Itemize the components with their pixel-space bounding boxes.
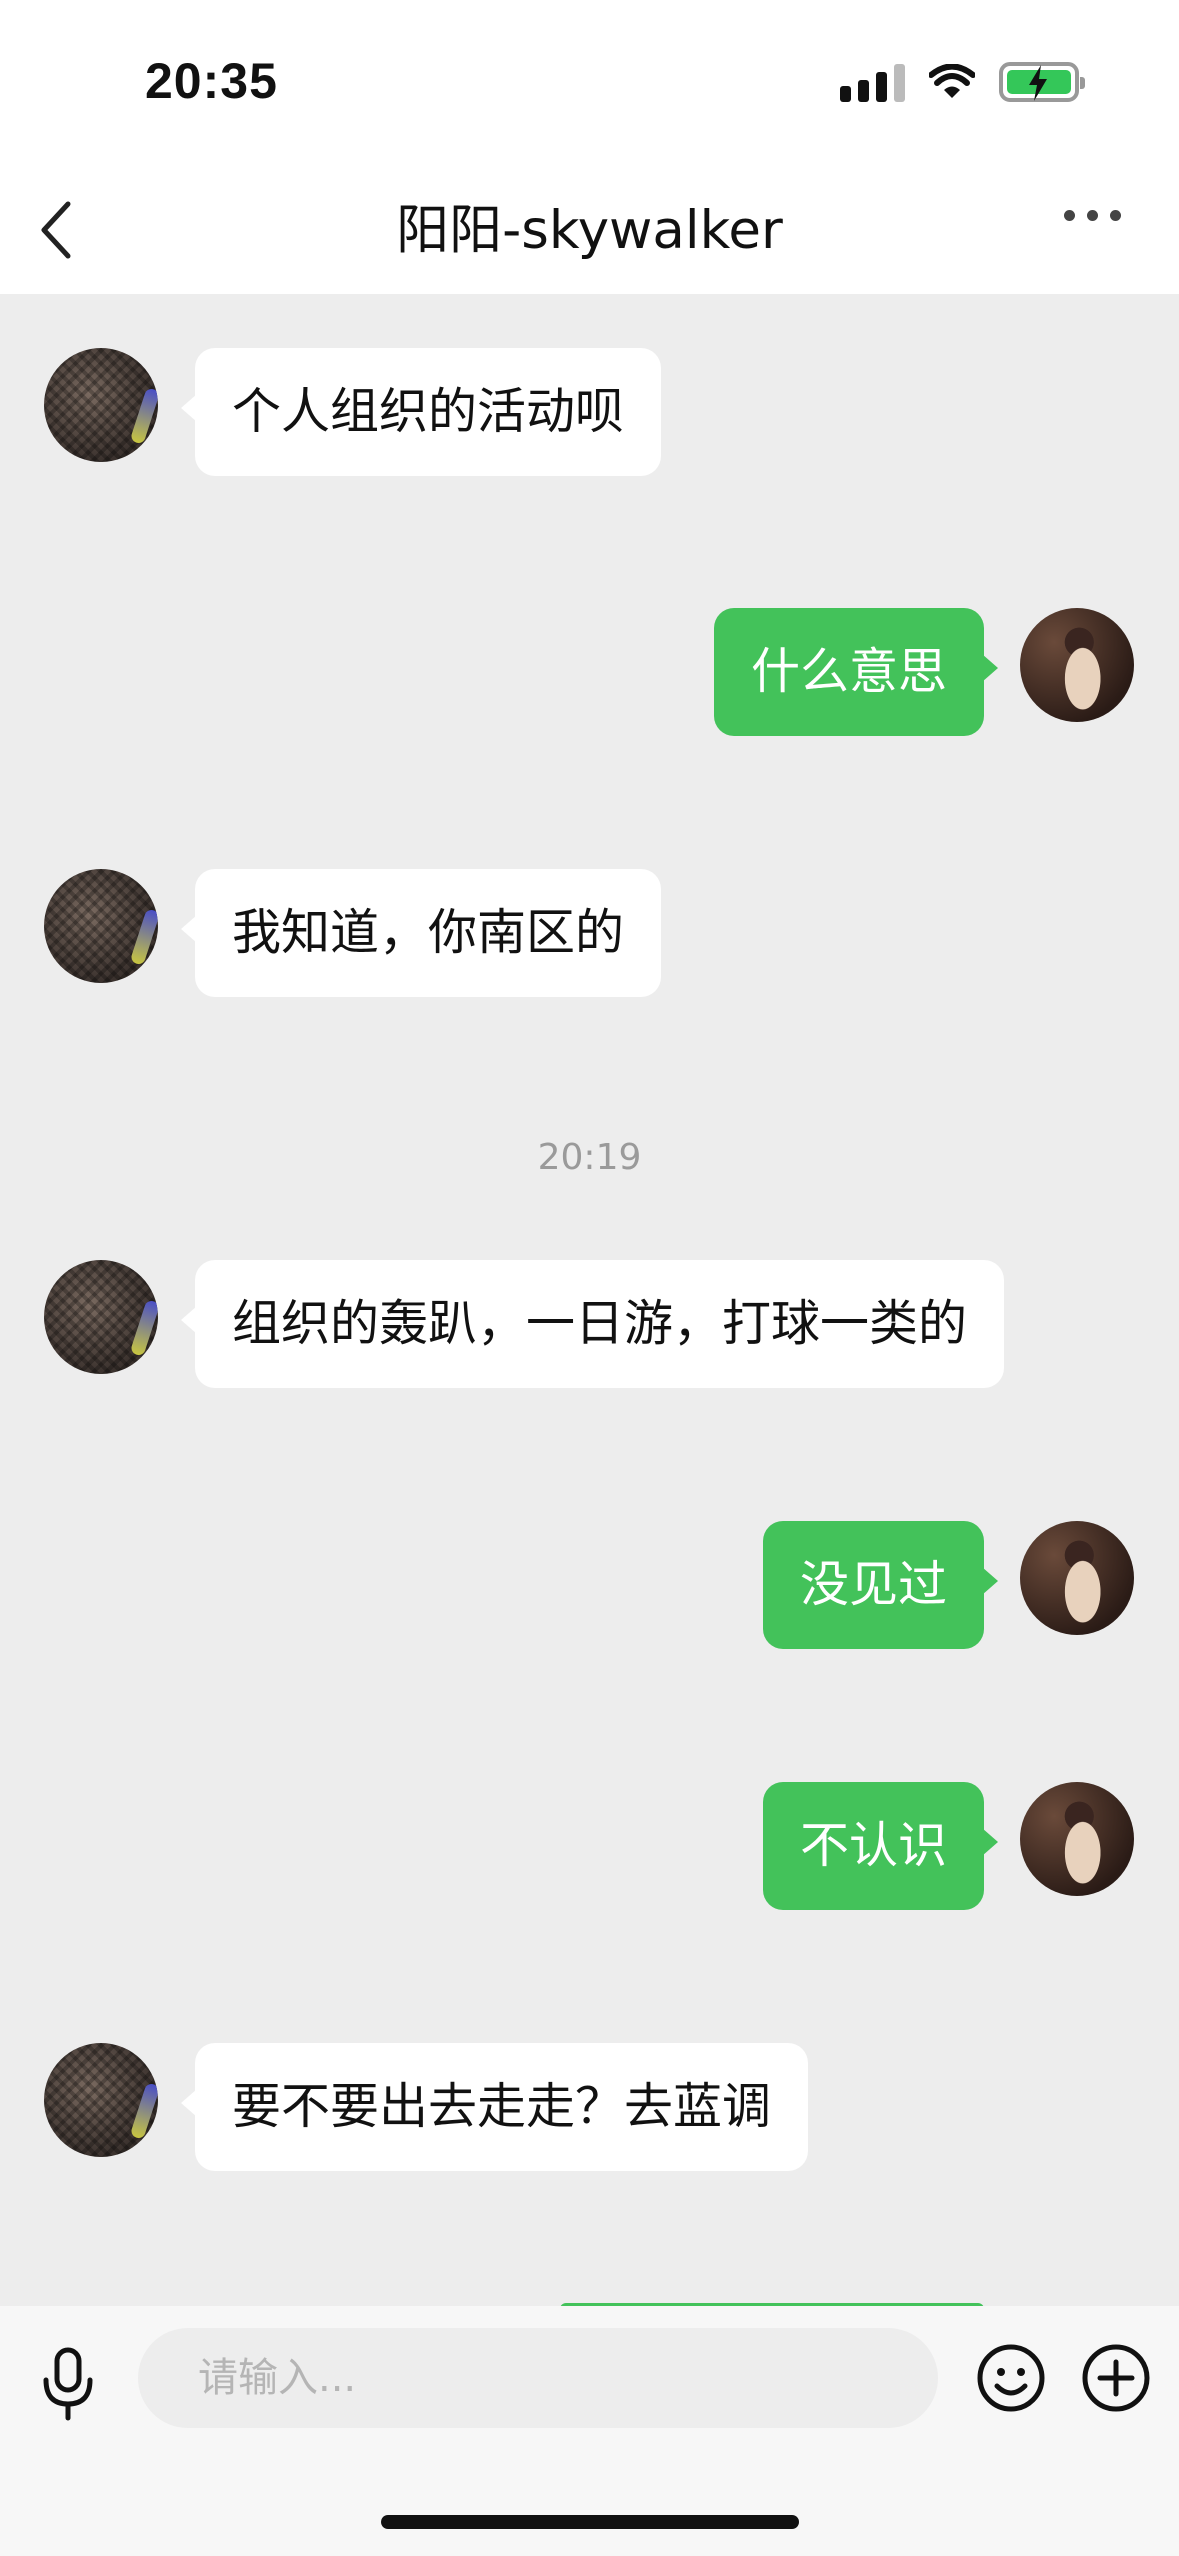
message-bubble[interactable]: 什么意思 xyxy=(713,608,999,736)
my-avatar[interactable] xyxy=(1020,1782,1134,1896)
chat-message-list[interactable]: 个人组织的活动呗 什么意思 我知道，你南区的 20:19 组织的轰趴，一日游，打… xyxy=(0,294,1179,2306)
message-bubble[interactable]: 不认识 xyxy=(762,1782,999,1910)
battery-icon xyxy=(999,62,1085,102)
contact-avatar[interactable] xyxy=(44,869,158,983)
microphone-icon xyxy=(43,2347,93,2421)
contact-avatar[interactable] xyxy=(44,2043,158,2157)
message-bubble[interactable]: 要不要出去走走？去蓝调 xyxy=(180,2043,809,2171)
message-timestamp: 20:19 xyxy=(537,1137,642,1178)
wifi-icon xyxy=(929,64,975,98)
status-time: 20:35 xyxy=(145,53,278,109)
my-avatar[interactable] xyxy=(1020,1521,1134,1635)
status-icons xyxy=(840,62,1085,102)
message-bubble[interactable]: 没见过 xyxy=(762,1521,999,1649)
plus-circle-icon xyxy=(1082,2344,1150,2412)
my-avatar[interactable] xyxy=(1020,608,1134,722)
home-indicator[interactable] xyxy=(381,2515,799,2529)
charging-bolt-icon xyxy=(1029,65,1047,101)
emoji-button[interactable] xyxy=(975,2342,1047,2414)
status-bar: 20:35 xyxy=(0,0,1179,160)
voice-input-button[interactable] xyxy=(38,2344,98,2424)
message-text-input[interactable] xyxy=(138,2328,938,2428)
smiley-icon xyxy=(977,2344,1045,2412)
message-bubble[interactable]: 组织的轰趴，一日游，打球一类的 xyxy=(180,1260,1005,1388)
message-bubble[interactable]: 我知道，你南区的 xyxy=(180,869,662,997)
ellipsis-icon xyxy=(1064,210,1075,221)
chat-header: 阳阳-skywalker xyxy=(0,160,1179,294)
contact-avatar[interactable] xyxy=(44,348,158,462)
more-functions-button[interactable] xyxy=(1080,2342,1152,2414)
more-options-button[interactable] xyxy=(1064,210,1121,221)
contact-name-title: 阳阳-skywalker xyxy=(396,200,783,261)
contact-avatar[interactable] xyxy=(44,1260,158,1374)
cellular-signal-icon xyxy=(840,62,905,102)
message-bubble[interactable]: 个人组织的活动呗 xyxy=(180,348,662,476)
